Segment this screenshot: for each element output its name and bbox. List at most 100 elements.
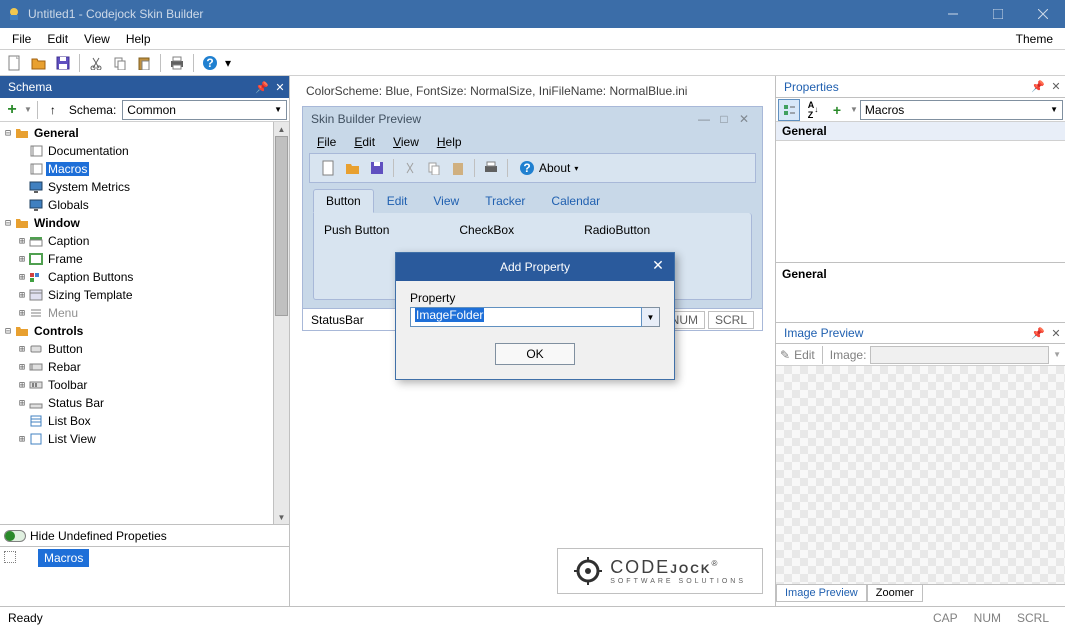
scroll-up-icon[interactable]: ▲: [274, 122, 289, 136]
preview-menu-file[interactable]: File: [311, 135, 342, 149]
expand-icon[interactable]: ⊞: [16, 290, 28, 301]
tree-system-metrics[interactable]: System Metrics: [46, 180, 132, 194]
close-panel-icon[interactable]: ✕: [271, 78, 289, 96]
tree-macros[interactable]: Macros: [46, 162, 89, 176]
preview-tab-edit[interactable]: Edit: [374, 189, 421, 213]
edit-image-icon[interactable]: ✎: [780, 348, 790, 362]
maximize-button[interactable]: [975, 0, 1020, 28]
tree-toolbar[interactable]: Toolbar: [46, 378, 89, 392]
tree-globals[interactable]: Globals: [46, 198, 91, 212]
scroll-down-icon[interactable]: ▼: [274, 510, 289, 524]
preview-maximize-icon[interactable]: □: [714, 112, 734, 126]
alphabetical-icon[interactable]: AZ↓: [802, 99, 824, 121]
minimize-button[interactable]: [930, 0, 975, 28]
property-category-general[interactable]: General: [776, 122, 1065, 141]
tree-rebar[interactable]: Rebar: [46, 360, 83, 374]
ok-button[interactable]: OK: [495, 343, 575, 365]
paste-icon[interactable]: [133, 52, 155, 74]
tree-general[interactable]: General: [32, 126, 81, 140]
preview-open-icon[interactable]: [342, 157, 364, 179]
property-input[interactable]: ImageFolder: [410, 307, 642, 327]
edit-label[interactable]: Edit: [794, 348, 815, 362]
menu-view[interactable]: View: [76, 30, 118, 48]
preview-tab-tracker[interactable]: Tracker: [472, 189, 538, 213]
preview-save-icon[interactable]: [366, 157, 388, 179]
tree-button[interactable]: Button: [46, 342, 85, 356]
preview-menu-view[interactable]: View: [387, 135, 425, 149]
print-icon[interactable]: [166, 52, 188, 74]
pin-icon[interactable]: 📌: [253, 78, 271, 96]
tree-window[interactable]: Window: [32, 216, 82, 230]
tab-zoomer[interactable]: Zoomer: [867, 585, 923, 602]
collapse-icon[interactable]: ⊟: [2, 128, 14, 139]
menu-edit[interactable]: Edit: [39, 30, 76, 48]
preview-tab-calendar[interactable]: Calendar: [538, 189, 613, 213]
expand-icon[interactable]: ⊞: [16, 254, 28, 265]
schema-combo[interactable]: Common▼: [122, 100, 287, 120]
add-dropdown-icon[interactable]: ▼: [850, 105, 858, 114]
preview-minimize-icon[interactable]: —: [694, 112, 714, 126]
toggle-switch[interactable]: [4, 530, 26, 542]
preview-new-icon[interactable]: [318, 157, 340, 179]
close-button[interactable]: [1020, 0, 1065, 28]
schema-tree[interactable]: ⊟ General Documentation Macros System Met…: [0, 122, 273, 524]
expand-icon[interactable]: ⊞: [16, 380, 28, 391]
preview-close-icon[interactable]: ✕: [734, 112, 754, 126]
properties-grid[interactable]: [776, 141, 1065, 262]
tree-caption-buttons[interactable]: Caption Buttons: [46, 270, 135, 284]
save-icon[interactable]: [52, 52, 74, 74]
pin-icon[interactable]: 📌: [1029, 80, 1047, 93]
expand-icon[interactable]: ⊞: [16, 344, 28, 355]
tree-list-box[interactable]: List Box: [46, 414, 93, 428]
tree-list-view[interactable]: List View: [46, 432, 98, 446]
menu-file[interactable]: File: [4, 30, 39, 48]
expand-icon[interactable]: ⊞: [16, 434, 28, 445]
collapse-icon[interactable]: ⊟: [2, 326, 14, 337]
categorized-icon[interactable]: [778, 99, 800, 121]
preview-about-button[interactable]: ? About ▾: [513, 160, 584, 176]
add-dropdown-icon[interactable]: ▼: [24, 105, 32, 114]
tree-documentation[interactable]: Documentation: [46, 144, 131, 158]
preview-paste-icon[interactable]: [447, 157, 469, 179]
dialog-close-icon[interactable]: ✕: [648, 257, 668, 274]
tree-menu[interactable]: Menu: [46, 306, 80, 320]
dialog-title-bar[interactable]: Add Property ✕: [396, 253, 674, 281]
property-dropdown-icon[interactable]: ▼: [642, 307, 660, 327]
expand-icon[interactable]: ⊞: [16, 308, 28, 319]
expand-icon[interactable]: ⊞: [16, 398, 28, 409]
scroll-thumb[interactable]: [275, 136, 288, 316]
expand-icon[interactable]: ⊞: [16, 272, 28, 283]
help-dropdown-icon[interactable]: ▾: [223, 52, 233, 74]
cut-icon[interactable]: [85, 52, 107, 74]
tab-image-preview[interactable]: Image Preview: [776, 585, 867, 602]
preview-tab-button[interactable]: Button: [313, 189, 374, 213]
bottom-tab-macros[interactable]: Macros: [38, 549, 89, 567]
image-combo[interactable]: [870, 346, 1049, 364]
new-icon[interactable]: [4, 52, 26, 74]
tree-sizing-template[interactable]: Sizing Template: [46, 288, 135, 302]
preview-menu-help[interactable]: Help: [431, 135, 468, 149]
tree-frame[interactable]: Frame: [46, 252, 85, 266]
open-icon[interactable]: [28, 52, 50, 74]
copy-icon[interactable]: [109, 52, 131, 74]
expand-icon[interactable]: ⊞: [16, 362, 28, 373]
menu-theme[interactable]: Theme: [1008, 30, 1061, 48]
tree-status-bar[interactable]: Status Bar: [46, 396, 106, 410]
preview-print-icon[interactable]: [480, 157, 502, 179]
preview-cut-icon[interactable]: [399, 157, 421, 179]
help-icon[interactable]: ?: [199, 52, 221, 74]
preview-menu-edit[interactable]: Edit: [348, 135, 381, 149]
collapse-icon[interactable]: ⊟: [2, 218, 14, 229]
menu-help[interactable]: Help: [118, 30, 159, 48]
preview-copy-icon[interactable]: [423, 157, 445, 179]
close-panel-icon[interactable]: ✕: [1047, 327, 1065, 340]
preview-tab-view[interactable]: View: [420, 189, 472, 213]
pin-icon[interactable]: 📌: [1029, 327, 1047, 340]
up-arrow-icon[interactable]: ↑: [43, 100, 63, 120]
scrollbar[interactable]: ▲ ▼: [273, 122, 289, 524]
add-icon[interactable]: +: [2, 100, 22, 120]
tree-controls[interactable]: Controls: [32, 324, 85, 338]
expand-icon[interactable]: ⊞: [16, 236, 28, 247]
add-property-icon[interactable]: +: [826, 99, 848, 121]
close-panel-icon[interactable]: ✕: [1047, 80, 1065, 93]
